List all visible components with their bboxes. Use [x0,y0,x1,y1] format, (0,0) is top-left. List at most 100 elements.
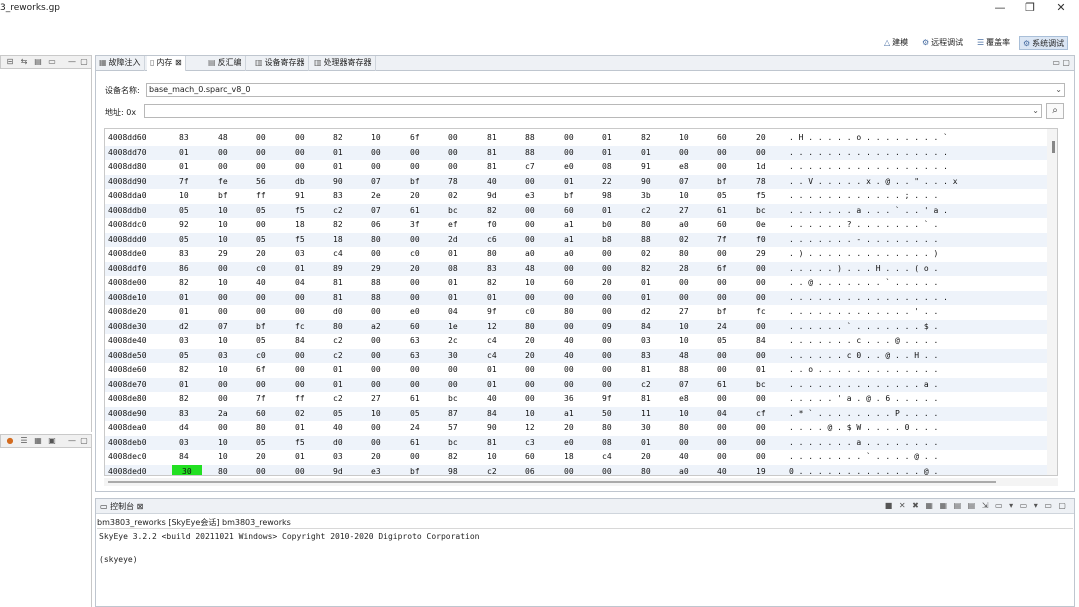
memory-byte[interactable]: a0 [564,247,574,262]
memory-byte[interactable]: 20 [256,247,266,262]
memory-byte[interactable]: 20 [564,421,574,436]
memory-byte[interactable]: 07 [371,175,381,190]
memory-byte[interactable]: bf [717,305,727,320]
console-output[interactable]: SkyEye 3.2.2 <build 20211021 Windows> Co… [97,528,1073,606]
memory-byte[interactable]: 91 [641,160,651,175]
memory-byte[interactable]: 40 [487,392,497,407]
memory-byte[interactable]: c4 [602,450,612,465]
memory-byte[interactable]: 00 [602,305,612,320]
memory-byte[interactable]: 2e [371,189,381,204]
memory-byte[interactable]: d0 [333,436,343,451]
memory-byte[interactable]: 82 [448,450,458,465]
memory-byte[interactable]: 48 [525,262,535,277]
folder-icon[interactable]: ▭ [47,57,57,67]
memory-byte[interactable]: 24 [717,320,727,335]
memory-byte[interactable]: 00 [525,363,535,378]
memory-byte[interactable]: 20 [256,450,266,465]
memory-row[interactable]: 4008de50 05 03 c0 00 c2 00 63 30 c4 20 40 00 83 48 00 00… [105,348,1057,364]
memory-byte[interactable]: 60 [564,276,574,291]
memory-byte[interactable]: 00 [371,247,381,262]
memory-byte[interactable]: 00 [564,320,574,335]
memory-byte[interactable]: a1 [564,233,574,248]
memory-byte[interactable]: 00 [679,436,689,451]
memory-byte[interactable]: fe [218,175,228,190]
memory-byte[interactable]: f5 [756,189,766,204]
memory-byte[interactable]: 05 [179,349,189,364]
memory-byte[interactable]: 00 [602,291,612,306]
collapse-icon[interactable]: ⊟ [5,57,15,67]
memory-byte[interactable]: 00 [525,291,535,306]
memory-byte[interactable]: 03 [333,450,343,465]
restore-button[interactable]: ❐ [1013,0,1047,18]
memory-byte[interactable]: 63 [410,334,420,349]
memory-byte[interactable]: 00 [756,450,766,465]
tab-fault-injection[interactable]: ▦ 故障注入 [96,56,145,71]
memory-byte[interactable]: 10 [371,131,381,146]
memory-byte[interactable]: e3 [525,189,535,204]
close-icon[interactable]: ⊠ [137,502,144,511]
memory-byte[interactable]: 00 [717,291,727,306]
maximize-view-icon[interactable]: ▢ [79,57,89,67]
memory-byte[interactable]: 81 [487,131,497,146]
memory-byte[interactable]: 19 [756,465,766,476]
memory-byte[interactable]: 80 [679,247,689,262]
memory-byte[interactable]: 12 [487,320,497,335]
memory-row[interactable]: 4008dec0 84 10 20 01 03 20 00 82 10 60 18 c4 20 40 00 00… [105,450,1057,465]
memory-byte[interactable]: 60 [717,218,727,233]
view-controls[interactable]: ▭ ▢ [1052,58,1070,67]
memory-byte[interactable]: 80 [256,421,266,436]
memory-byte[interactable]: 00 [256,378,266,393]
memory-byte[interactable]: c2 [641,378,651,393]
memory-byte[interactable]: 61 [410,436,420,451]
memory-byte[interactable]: 40 [717,465,727,476]
memory-byte[interactable]: 00 [448,363,458,378]
memory-byte[interactable]: bc [448,436,458,451]
memory-byte[interactable]: 00 [564,363,574,378]
memory-byte[interactable]: 10 [679,131,689,146]
memory-byte[interactable]: f0 [487,218,497,233]
memory-byte[interactable]: 10 [218,204,228,219]
memory-row[interactable]: 4008de30 d2 07 bf fc 80 a2 60 1e 12 80 00 09 84 10 24 00… [105,319,1057,335]
memory-byte[interactable]: c2 [641,204,651,219]
memory-byte[interactable]: f5 [295,233,305,248]
horizontal-scrollbar[interactable] [104,478,1058,486]
memory-byte[interactable]: e8 [679,392,689,407]
tab-memory[interactable]: ▯ 内存 ⊠ [147,56,186,71]
memory-byte[interactable]: c2 [333,334,343,349]
memory-byte[interactable]: 00 [679,276,689,291]
memory-byte[interactable]: 01 [179,160,189,175]
memory-byte[interactable]: 00 [218,291,228,306]
tab-device-registers[interactable]: ▥ 设备寄存器 [252,56,309,71]
memory-byte[interactable]: 05 [256,436,266,451]
memory-byte[interactable]: 83 [179,131,189,146]
memory-byte[interactable]: 00 [295,349,305,364]
memory-byte[interactable]: 10 [371,407,381,422]
memory-byte[interactable]: 48 [218,131,228,146]
memory-byte[interactable]: 01 [602,204,612,219]
memory-byte[interactable]: 00 [679,291,689,306]
memory-byte[interactable]: 03 [179,436,189,451]
memory-byte[interactable]: 6f [717,262,727,277]
memory-byte[interactable]: 10 [679,320,689,335]
memory-byte[interactable]: 88 [525,146,535,161]
memory-byte[interactable]: 88 [525,131,535,146]
memory-byte[interactable]: 10 [218,218,228,233]
memory-byte[interactable]: 00 [410,291,420,306]
memory-byte[interactable]: 08 [602,160,612,175]
memory-row[interactable]: 4008dde0 83 29 20 03 c4 00 c0 01 80 a0 a0 00 02 80 00 29… [105,247,1057,262]
memory-byte[interactable]: 81 [333,276,343,291]
memory-byte[interactable]: 00 [525,204,535,219]
memory-row[interactable]: 4008dea0 d4 00 80 01 40 00 24 57 90 12 20 80 30 80 00 00… [105,421,1057,436]
memory-byte[interactable]: 00 [717,160,727,175]
memory-byte[interactable]: ff [295,392,305,407]
memory-byte[interactable]: bf [410,465,420,476]
memory-byte[interactable]: 90 [641,175,651,190]
link-icon[interactable]: ⇆ [19,57,29,67]
memory-byte[interactable]: 10 [679,189,689,204]
memory-byte[interactable]: 81 [641,392,651,407]
memory-byte[interactable]: 3b [641,189,651,204]
memory-byte[interactable]: 29 [218,247,228,262]
memory-byte[interactable]: 9d [333,465,343,476]
memory-byte[interactable]: 00 [756,291,766,306]
memory-byte[interactable]: 01 [179,305,189,320]
